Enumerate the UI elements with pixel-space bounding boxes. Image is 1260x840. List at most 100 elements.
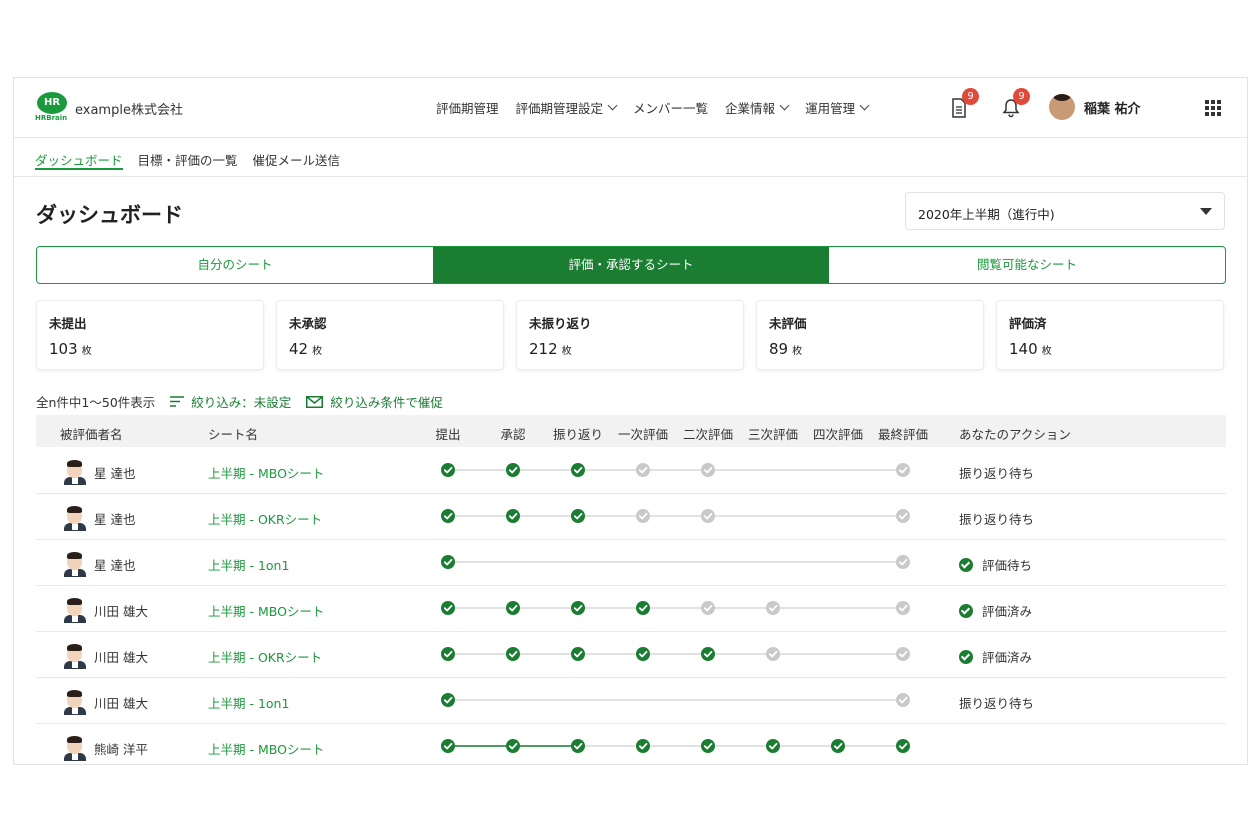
sheet-link[interactable]: 上半期 - OKRシート	[208, 509, 322, 528]
step-done-icon	[441, 555, 455, 569]
member-name: 川田 雄大	[94, 604, 148, 619]
member-avatar	[64, 598, 86, 623]
row-action: 評価済み	[959, 647, 1032, 666]
subnav-reminder-mail[interactable]: 催促メール送信	[253, 139, 341, 177]
member-avatar	[64, 460, 86, 485]
notification-button[interactable]: 9	[1002, 88, 1030, 120]
col-step: 承認	[500, 427, 526, 442]
table-row[interactable]: 川田 雄大 上半期 - MBOシート 評価済み	[36, 586, 1226, 632]
sheet-link[interactable]: 上半期 - 1on1	[208, 555, 289, 574]
step-pending-icon	[701, 601, 715, 615]
stat-unit: 枚	[81, 346, 92, 357]
stat-card[interactable]: 未承認 42 枚	[276, 300, 504, 370]
step-done-icon	[441, 739, 455, 753]
step-done-icon	[766, 739, 780, 753]
stat-label: 未振り返り	[529, 316, 592, 331]
stat-card[interactable]: 未提出 103 枚	[36, 300, 264, 370]
table-row[interactable]: 星 達也 上半期 - MBOシート 振り返り待ち	[36, 448, 1226, 494]
table-row[interactable]: 星 達也 上半期 - OKRシート 振り返り待ち	[36, 494, 1226, 540]
stat-value: 140	[1009, 340, 1038, 358]
table-row[interactable]: 星 達也 上半期 - 1on1 評価待ち	[36, 540, 1226, 586]
step-pending-icon	[701, 509, 715, 523]
result-count: 全n件中1〜50件表示	[36, 395, 156, 410]
stat-value-line: 89 枚	[769, 340, 983, 358]
logo-mark: HR	[37, 92, 67, 114]
subnav-goals-list[interactable]: 目標・評価の一覧	[138, 139, 238, 177]
filter-bar: 全n件中1〜50件表示 絞り込み：未設定 絞り込み条件で催促	[36, 392, 443, 411]
app-grid-icon[interactable]	[1205, 100, 1221, 116]
col-step: 四次評価	[812, 427, 864, 442]
subnav-dashboard[interactable]: ダッシュボード	[35, 139, 123, 170]
step-done-icon	[571, 647, 585, 661]
user-avatar	[1049, 94, 1075, 120]
col-step: 最終評価	[877, 427, 929, 442]
table-row[interactable]: 川田 雄大 上半期 - OKRシート 評価済み	[36, 632, 1226, 678]
stat-card[interactable]: 未振り返り 212 枚	[516, 300, 744, 370]
nav-item-1[interactable]: 評価期管理設定	[516, 98, 618, 117]
action-label: 振り返り待ち	[959, 512, 1035, 527]
stat-label: 評価済	[1009, 316, 1047, 331]
sheet-link[interactable]: 上半期 - OKRシート	[208, 647, 322, 666]
sheet-link[interactable]: 上半期 - MBOシート	[208, 739, 324, 758]
document-badge: 9	[962, 88, 979, 105]
nav-item-3[interactable]: 企業情報	[725, 98, 790, 117]
stat-card[interactable]: 未評価 89 枚	[756, 300, 984, 370]
nav-item-4[interactable]: 運用管理	[805, 98, 870, 117]
progress-track	[441, 693, 910, 707]
nav-item-0[interactable]: 評価期管理	[436, 98, 499, 117]
action-label: 評価待ち	[982, 558, 1033, 573]
stat-value-line: 212 枚	[529, 340, 743, 358]
member-name: 星 達也	[94, 558, 136, 573]
tab-review-sheets[interactable]: 評価・承認するシート	[433, 247, 829, 283]
filter-button[interactable]: 絞り込み：未設定	[170, 392, 291, 411]
step-done-icon	[441, 463, 455, 477]
table-row[interactable]: 熊崎 洋平 上半期 - MBOシート	[36, 724, 1226, 764]
member-name: 星 達也	[94, 466, 136, 481]
tab-viewable-sheets[interactable]: 閲覧可能なシート	[829, 247, 1225, 283]
table-row[interactable]: 川田 雄大 上半期 - 1on1 振り返り待ち	[36, 678, 1226, 724]
user-menu[interactable]: 稲葉 祐介	[1049, 94, 1141, 120]
col-step: 三次評価	[747, 427, 799, 442]
document-button[interactable]: 9	[951, 88, 979, 120]
step-done-icon	[571, 463, 585, 477]
app-window: HR HRBrain example株式会社 評価期管理 評価期管理設定 メンバー一…	[13, 77, 1248, 765]
remind-filtered-button[interactable]: 絞り込み条件で催促	[306, 392, 443, 411]
period-value: 2020年上半期（進行中)	[918, 207, 1055, 222]
row-action: 振り返り待ち	[959, 509, 1034, 528]
stat-value-line: 42 枚	[289, 340, 503, 358]
period-select[interactable]: 2020年上半期（進行中)	[905, 192, 1225, 230]
step-done-icon	[441, 647, 455, 661]
step-done-icon	[506, 463, 520, 477]
top-header: HR HRBrain example株式会社 評価期管理 評価期管理設定 メンバー一…	[14, 78, 1247, 138]
step-done-icon	[571, 509, 585, 523]
step-pending-icon	[896, 647, 910, 661]
chevron-down-icon	[779, 100, 790, 111]
stat-value-line: 140 枚	[1009, 340, 1223, 358]
sheet-link[interactable]: 上半期 - MBOシート	[208, 463, 324, 482]
remind-label: 絞り込み条件で催促	[330, 395, 443, 410]
progress-track	[441, 739, 910, 753]
step-done-icon	[831, 739, 845, 753]
progress-track	[441, 647, 910, 661]
step-pending-icon	[766, 647, 780, 661]
tab-my-sheets[interactable]: 自分のシート	[37, 247, 433, 283]
chevron-down-icon	[607, 100, 618, 111]
stat-label: 未承認	[289, 316, 327, 331]
stat-cards: 未提出 103 枚未承認 42 枚未振り返り 212 枚未評価 89 枚評価済 140 枚	[36, 300, 1236, 370]
mail-icon	[306, 395, 324, 408]
logo-text: HRBrain	[35, 114, 68, 122]
nav-item-label: 運用管理	[805, 101, 856, 116]
stat-value: 89	[769, 340, 789, 358]
stat-card[interactable]: 評価済 140 枚	[996, 300, 1224, 370]
progress-track	[441, 601, 910, 615]
hrbrain-logo[interactable]: HR HRBrain	[35, 92, 69, 124]
sheet-link[interactable]: 上半期 - MBOシート	[208, 601, 324, 620]
nav-item-2[interactable]: メンバー一覧	[633, 98, 708, 117]
sheet-link[interactable]: 上半期 - 1on1	[208, 693, 289, 712]
step-pending-icon	[896, 555, 910, 569]
sub-nav: ダッシュボード 目標・評価の一覧 催促メール送信	[14, 139, 1247, 177]
user-name: 稲葉 祐介	[1084, 101, 1141, 117]
step-done-icon	[441, 601, 455, 615]
col-step: 二次評価	[682, 427, 734, 442]
action-label: 評価済み	[982, 604, 1033, 619]
